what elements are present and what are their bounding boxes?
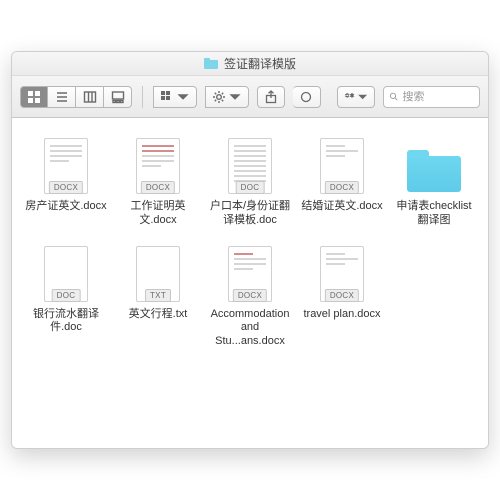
gear-icon [212, 90, 226, 104]
file-badge: DOCX [49, 181, 83, 194]
file-name: 结婚证英文.docx [301, 200, 382, 214]
view-icons-button[interactable] [20, 86, 48, 108]
search-field[interactable] [383, 86, 480, 108]
arrange-icon [160, 90, 174, 104]
gallery-icon [111, 90, 125, 104]
file-item[interactable]: DOCX 结婚证英文.docx [298, 132, 386, 228]
grid-icon [27, 90, 41, 104]
file-name: travel plan.docx [303, 308, 380, 322]
tags-button[interactable] [293, 86, 321, 108]
file-icon: DOCX [37, 132, 95, 194]
file-badge: DOC [236, 181, 265, 194]
dropbox-button[interactable] [337, 86, 375, 108]
action-button[interactable] [205, 86, 249, 108]
file-badge: TXT [145, 289, 171, 302]
dropbox-icon [344, 90, 355, 104]
share-icon [264, 90, 278, 104]
view-gallery-button[interactable] [104, 86, 132, 108]
folder-icon [405, 132, 463, 194]
file-item[interactable]: DOCX 房产证英文.docx [22, 132, 110, 228]
arrange-button[interactable] [153, 86, 197, 108]
arrange-group [153, 86, 197, 108]
view-columns-button[interactable] [76, 86, 104, 108]
finder-window: 签证翻译模版 [11, 51, 489, 449]
chevron-down-icon [228, 90, 242, 104]
action-group [205, 86, 249, 108]
file-badge: DOC [52, 289, 81, 302]
titlebar: 签证翻译模版 [12, 52, 488, 76]
toolbar [12, 76, 488, 118]
file-icon: DOCX [313, 240, 371, 302]
search-input[interactable] [403, 91, 474, 103]
file-item[interactable]: DOCX 工作证明英文.docx [114, 132, 202, 228]
file-item[interactable]: TXT 英文行程.txt [114, 240, 202, 349]
file-name: 申请表checklist翻译图 [392, 200, 476, 228]
file-icon: DOCX [129, 132, 187, 194]
file-badge: DOCX [325, 289, 359, 302]
list-icon [55, 90, 69, 104]
window-title: 签证翻译模版 [224, 55, 296, 72]
file-icon: DOCX [313, 132, 371, 194]
file-badge: DOCX [325, 181, 359, 194]
file-item[interactable]: DOC 户口本/身份证翻译模板.doc [206, 132, 294, 228]
view-list-button[interactable] [48, 86, 76, 108]
view-mode-group [20, 86, 132, 108]
file-name: 英文行程.txt [129, 308, 188, 322]
file-name: 工作证明英文.docx [116, 200, 200, 228]
tag-icon [299, 90, 313, 104]
columns-icon [83, 90, 97, 104]
chevron-down-icon [357, 90, 368, 104]
file-area: DOCX 房产证英文.docx DOCX 工作证明英文.docx DOC 户口本/身份证翻… [12, 118, 488, 448]
file-item[interactable]: DOC 银行流水翻译件.doc [22, 240, 110, 349]
file-icon: DOC [37, 240, 95, 302]
file-name: Accommodation and Stu...ans.docx [208, 308, 292, 349]
file-item[interactable]: DOCX Accommodation and Stu...ans.docx [206, 240, 294, 349]
file-badge: DOCX [141, 181, 175, 194]
file-item[interactable]: DOCX travel plan.docx [298, 240, 386, 349]
file-icon: DOCX [221, 240, 279, 302]
folder-icon [204, 58, 218, 69]
file-name: 房产证英文.docx [25, 200, 106, 214]
file-item[interactable]: 申请表checklist翻译图 [390, 132, 478, 228]
file-name: 户口本/身份证翻译模板.doc [208, 200, 292, 228]
file-icon: TXT [129, 240, 187, 302]
file-icon: DOC [221, 132, 279, 194]
chevron-down-icon [176, 90, 190, 104]
file-name: 银行流水翻译件.doc [24, 308, 108, 336]
file-badge: DOCX [233, 289, 267, 302]
search-icon [389, 91, 398, 102]
separator [142, 86, 143, 108]
share-button[interactable] [257, 86, 285, 108]
